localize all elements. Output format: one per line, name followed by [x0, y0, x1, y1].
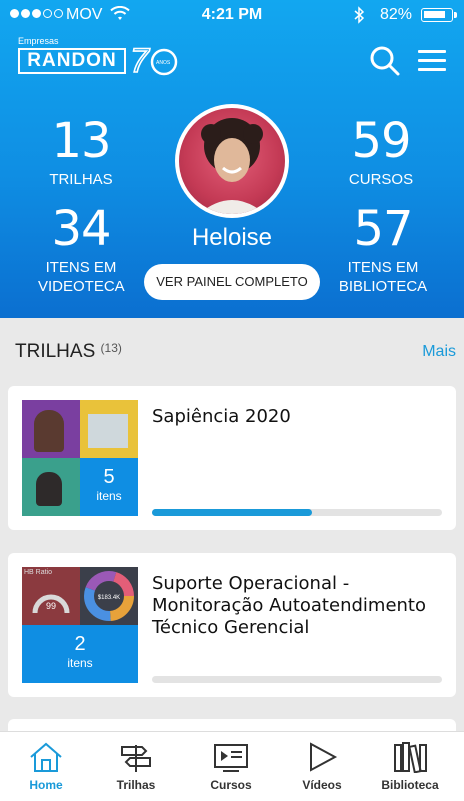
item-unit: itens: [96, 489, 122, 503]
stat-label: CURSOS: [348, 171, 414, 188]
course-screen-icon: [214, 744, 248, 772]
anniversary-70-logo: 7 ANOS: [130, 41, 178, 80]
svg-text:ANOS: ANOS: [156, 60, 171, 66]
user-name: Heloise: [191, 224, 273, 251]
play-icon: [310, 742, 338, 772]
tab-home[interactable]: Home: [0, 732, 92, 801]
search-icon: [370, 46, 400, 76]
donut-amount: $183.4K: [98, 595, 120, 601]
section-title-text: TRILHAS: [15, 341, 96, 362]
item-unit: itens: [67, 656, 93, 670]
donut-chart-icon: $183.4K: [84, 571, 134, 621]
tab-label: Trilhas: [116, 778, 156, 792]
item-count-badge: 5 itens: [80, 458, 138, 516]
thumb-label: HB Ratio: [24, 569, 53, 576]
avatar[interactable]: [175, 104, 289, 218]
search-button[interactable]: [368, 44, 402, 78]
trilha-card[interactable]: 5 itens Sapiência 2020: [8, 386, 456, 530]
stat-value: 13: [51, 113, 111, 169]
logo-wordmark: RANDON: [18, 48, 126, 74]
tab-trilhas[interactable]: Trilhas: [90, 732, 182, 801]
hamburger-icon: [418, 50, 446, 53]
home-icon: [30, 742, 62, 772]
trilha-thumbnail: HB Ratio 99 $183.4K 2 itens: [22, 567, 138, 683]
svg-text:7: 7: [130, 42, 150, 80]
stat-cursos[interactable]: 59 CURSOS: [316, 116, 446, 189]
randon-logo: Empresas RANDON 7 ANOS: [18, 36, 178, 80]
stat-trilhas[interactable]: 13 TRILHAS: [16, 116, 146, 189]
tab-videos[interactable]: Vídeos: [276, 732, 368, 801]
section-count: (13): [100, 341, 122, 355]
bluetooth-icon: [352, 5, 366, 30]
menu-button[interactable]: [414, 44, 450, 76]
stat-label: ITENS EM VIDEOTECA: [38, 259, 125, 295]
profile-header: MOV 4:21 PM 82% Empresas RANDON 7 ANOS 1…: [0, 0, 464, 318]
trilha-title: Suporte Operacional - Monitoração Autoat…: [152, 573, 426, 638]
item-count: 5: [103, 466, 115, 488]
tab-label: Home: [29, 778, 63, 792]
more-link[interactable]: Mais: [422, 343, 456, 361]
status-bar: MOV 4:21 PM 82%: [0, 0, 464, 32]
item-count-badge: 2 itens: [22, 625, 138, 683]
tab-label: Vídeos: [302, 778, 342, 792]
trilha-card[interactable]: HB Ratio 99 $183.4K 2 itens Suporte Oper…: [8, 553, 456, 697]
stat-label: TRILHAS: [49, 171, 113, 188]
progress-bar: [152, 676, 442, 683]
tab-biblioteca[interactable]: Biblioteca: [364, 732, 456, 801]
gauge-value: 99: [46, 601, 56, 611]
battery-percent: 82%: [380, 6, 413, 23]
gauge-icon: 99: [32, 594, 70, 614]
battery-icon: [421, 8, 453, 22]
bottom-tab-bar: Home Trilhas Cursos Vídeos Biblioteca: [0, 731, 464, 801]
progress-fill: [152, 509, 312, 516]
progress-bar: [152, 509, 442, 516]
trilha-thumbnail: 5 itens: [22, 400, 138, 516]
stat-value: 59: [351, 113, 411, 169]
tab-cursos[interactable]: Cursos: [185, 732, 277, 801]
tab-label: Biblioteca: [381, 778, 439, 792]
user-photo: [199, 118, 265, 214]
stat-label: ITENS EM BIBLIOTECA: [338, 259, 428, 295]
books-icon: [394, 742, 427, 773]
view-panel-button[interactable]: VER PAINEL COMPLETO: [144, 264, 320, 300]
logo-subtitle: Empresas: [18, 36, 59, 46]
tab-label: Cursos: [210, 778, 252, 792]
signpost-icon: [121, 745, 151, 772]
trilha-title: Sapiência 2020: [152, 406, 291, 427]
item-count: 2: [74, 633, 86, 655]
section-title: TRILHAS (13): [15, 341, 122, 363]
